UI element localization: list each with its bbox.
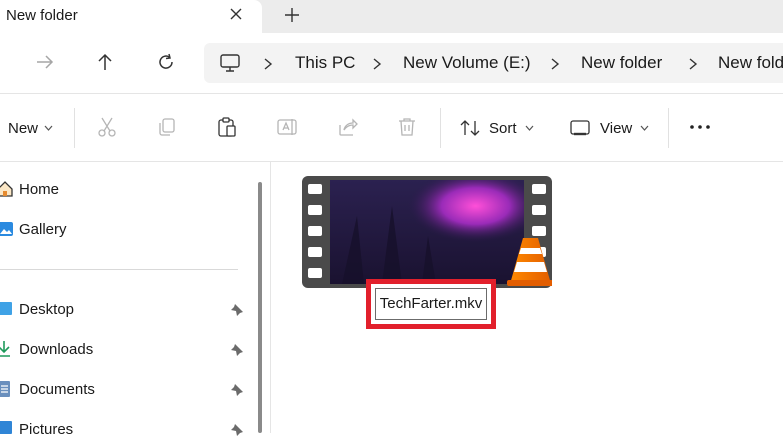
sidebar-item-label: Documents xyxy=(19,381,95,398)
view-button-label: View xyxy=(600,119,633,137)
close-tab-icon[interactable] xyxy=(226,4,246,24)
delete-icon[interactable] xyxy=(395,115,419,139)
breadcrumb-new-folder[interactable]: New folder xyxy=(581,53,662,73)
cut-icon[interactable] xyxy=(95,115,119,139)
toolbar-separator xyxy=(668,108,669,148)
chevron-right-icon[interactable] xyxy=(687,57,699,71)
gallery-icon xyxy=(0,222,13,236)
documents-icon xyxy=(0,381,10,397)
sidebar-item-label: Downloads xyxy=(19,341,94,358)
pictures-icon xyxy=(0,421,12,434)
file-name-highlight[interactable]: TechFarter.mkv xyxy=(366,279,496,329)
chevron-right-icon[interactable] xyxy=(262,57,274,71)
sidebar-item-gallery[interactable]: Gallery xyxy=(0,217,250,243)
paste-icon[interactable] xyxy=(215,115,239,139)
breadcrumb-this-pc[interactable]: This PC xyxy=(295,53,355,73)
toolbar-separator xyxy=(74,108,75,148)
pin-icon[interactable] xyxy=(230,423,244,437)
new-button[interactable]: New xyxy=(8,116,53,140)
pin-icon[interactable] xyxy=(230,303,244,317)
share-icon[interactable] xyxy=(336,115,360,139)
sort-icon xyxy=(460,120,480,136)
navigation-bar: This PC New Volume (E:) New folder New f… xyxy=(0,33,783,93)
file-name-input[interactable]: TechFarter.mkv xyxy=(375,288,487,320)
downloads-icon xyxy=(0,341,10,357)
sidebar-item-label: Pictures xyxy=(19,421,74,438)
breadcrumb-new-volume[interactable]: New Volume (E:) xyxy=(403,53,531,73)
sort-button[interactable]: Sort xyxy=(459,116,534,140)
video-thumbnail[interactable] xyxy=(302,176,552,288)
up-arrow-icon[interactable] xyxy=(93,50,117,74)
chevron-down-icon xyxy=(640,125,649,131)
computer-icon xyxy=(220,54,240,72)
pin-icon[interactable] xyxy=(230,383,244,397)
desktop-icon xyxy=(0,302,12,315)
toolbar-separator xyxy=(440,108,441,148)
tab-bar: New folder xyxy=(0,0,783,33)
more-options-icon[interactable] xyxy=(688,115,712,139)
sort-button-label: Sort xyxy=(489,119,517,137)
sidebar-item-downloads[interactable]: Downloads xyxy=(0,337,250,363)
command-bar: New Sort View xyxy=(0,94,783,161)
breadcrumb-new-folder-current[interactable]: New folde xyxy=(718,53,783,73)
copy-icon[interactable] xyxy=(155,115,179,139)
sidebar-item-desktop[interactable]: Desktop xyxy=(0,297,250,323)
forward-arrow-icon[interactable] xyxy=(33,50,57,74)
refresh-icon[interactable] xyxy=(154,50,178,74)
chevron-right-icon[interactable] xyxy=(549,57,561,71)
navigation-pane: Home Gallery Desktop Downloads Documents xyxy=(0,162,270,438)
sidebar-item-pictures[interactable]: Pictures xyxy=(0,417,250,443)
sidebar-item-label: Gallery xyxy=(19,221,67,238)
sidebar-item-documents[interactable]: Documents xyxy=(0,377,250,403)
chevron-down-icon xyxy=(44,125,53,131)
rename-icon[interactable] xyxy=(275,115,299,139)
address-bar[interactable]: This PC New Volume (E:) New folder New f… xyxy=(204,43,783,83)
file-list-pane[interactable]: TechFarter.mkv xyxy=(271,162,783,433)
chevron-right-icon[interactable] xyxy=(371,57,383,71)
sidebar-separator xyxy=(0,269,238,270)
home-icon xyxy=(0,181,13,197)
sidebar-item-label: Home xyxy=(19,181,60,198)
view-icon xyxy=(570,120,590,136)
window-tab[interactable]: New folder xyxy=(0,0,262,33)
sidebar-item-home[interactable]: Home xyxy=(0,177,250,203)
sidebar-scrollbar[interactable] xyxy=(258,182,262,433)
tab-title: New folder xyxy=(6,7,78,24)
new-button-label: New xyxy=(8,119,39,137)
pin-icon[interactable] xyxy=(230,343,244,357)
chevron-down-icon xyxy=(525,125,533,131)
sidebar-item-label: Desktop xyxy=(19,301,75,318)
new-tab-icon[interactable] xyxy=(281,4,303,26)
view-button[interactable]: View xyxy=(570,116,649,140)
